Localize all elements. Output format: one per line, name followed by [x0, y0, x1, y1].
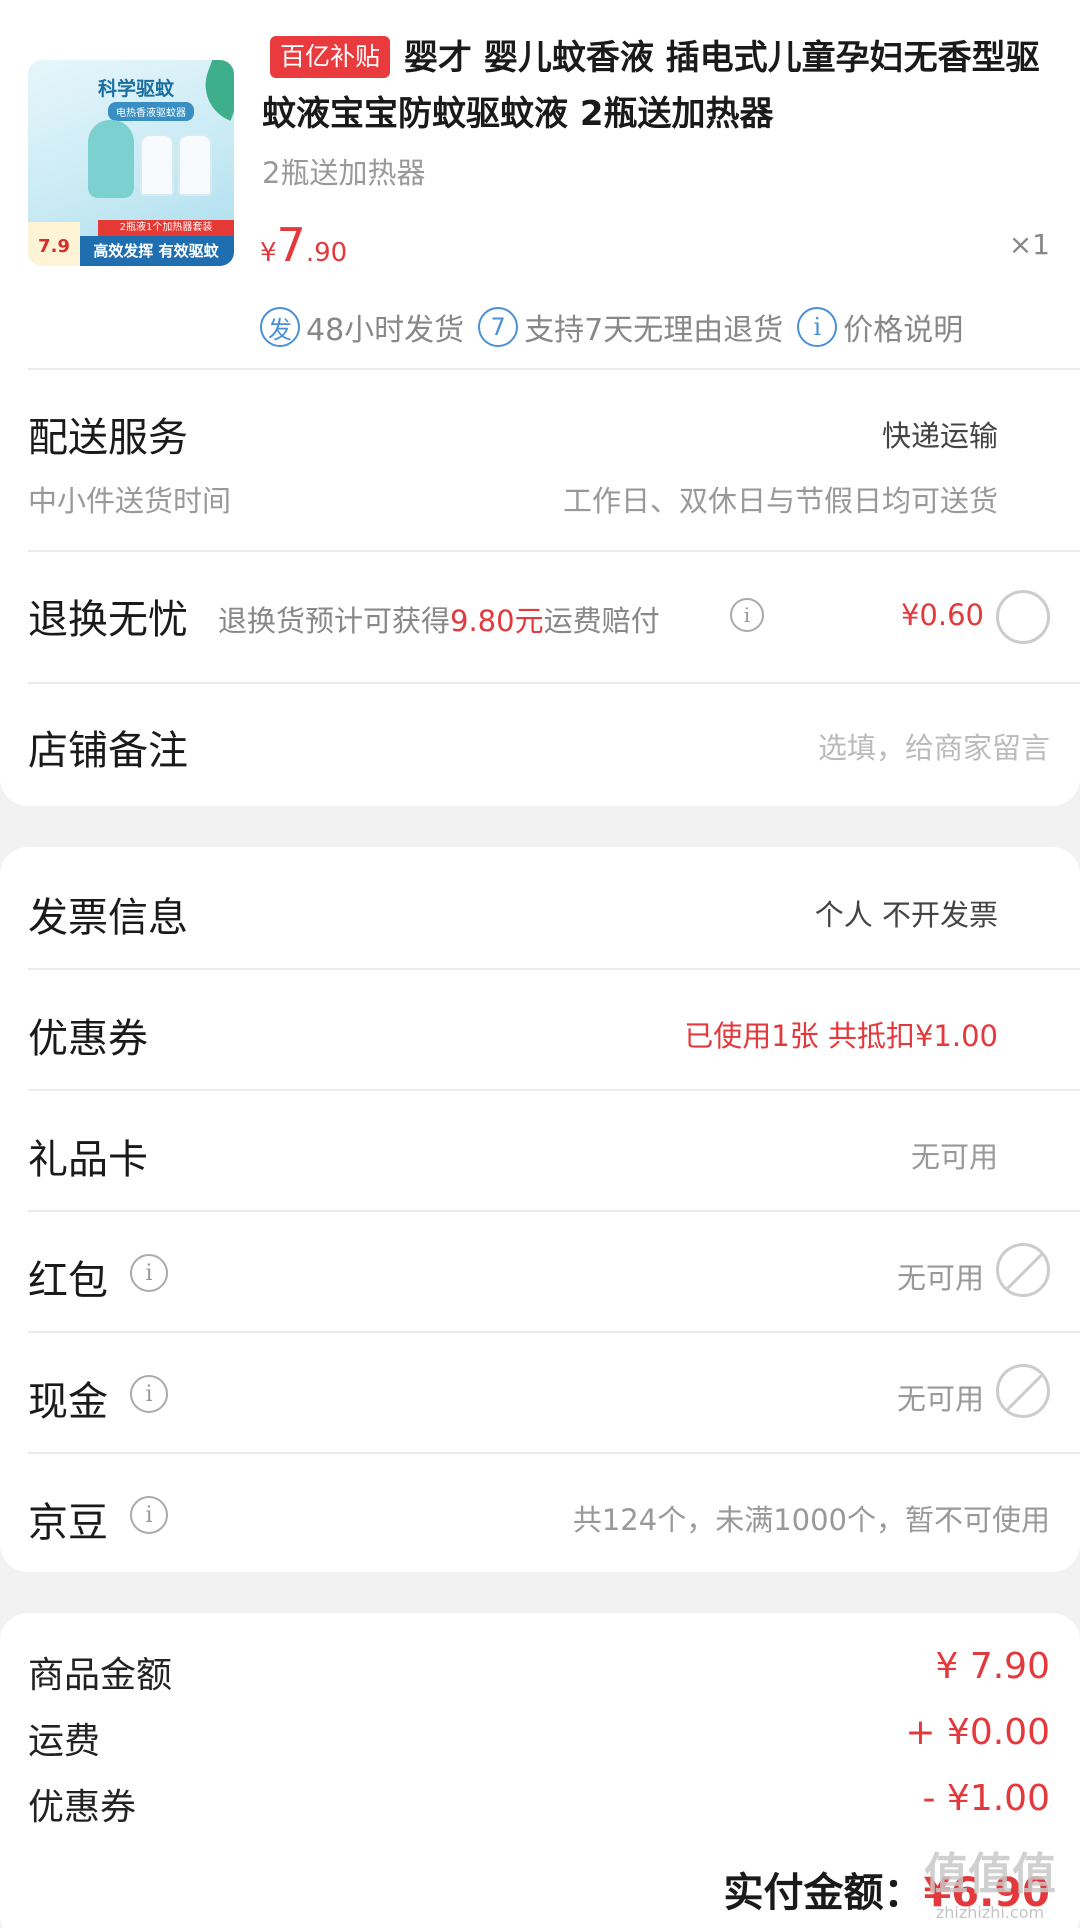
info-icon[interactable]: i: [130, 1375, 168, 1413]
return-desc-suffix: 运费赔付: [543, 604, 660, 638]
invoice-label: 发票信息: [28, 895, 188, 941]
jingdou-value: 共124个，未满1000个，暂不可使用: [572, 1503, 1050, 1537]
goods-amount-label: 商品金额: [28, 1655, 173, 1696]
coupon-discount-label: 优惠券: [28, 1787, 137, 1828]
giftcard-label: 礼品卡: [28, 1137, 148, 1183]
divider: [28, 1210, 1080, 1212]
divider: [28, 1331, 1080, 1333]
shop-note-label: 店铺备注: [28, 728, 188, 774]
seven-day-icon: 7: [478, 307, 519, 347]
service-fast-ship: 发 48小时发货: [260, 305, 464, 349]
info-icon[interactable]: i: [130, 1496, 168, 1534]
watermark-logo: 值值值 zhizhizhi.com: [920, 1846, 1060, 1928]
product-price: ¥7.90: [260, 218, 347, 272]
product-image-red-band: 2瓶液1个加热器套装: [98, 220, 234, 236]
coupon-label: 优惠券: [28, 1016, 148, 1062]
disabled-icon: [996, 1243, 1050, 1297]
watermark-text: 值值值: [924, 1849, 1056, 1900]
price-integer: 7: [276, 218, 306, 272]
cash-value: 无可用: [896, 1382, 984, 1416]
product-image-price: 7.9: [28, 222, 80, 266]
delivery-time-label: 中小件送货时间: [28, 484, 232, 518]
divider: [28, 682, 1080, 684]
red-packet-label: 红包: [28, 1258, 108, 1304]
coupon-value[interactable]: 已使用1张 共抵扣¥1.00: [684, 1013, 998, 1055]
return-insurance-price: ¥0.60: [900, 598, 984, 632]
return-desc-amount: 9.80元: [450, 604, 544, 638]
coupon-discount-value: - ¥1.00: [922, 1778, 1051, 1819]
cash-label: 现金: [28, 1379, 108, 1425]
divider: [28, 550, 1080, 552]
service-price-info[interactable]: i 价格说明: [797, 305, 963, 349]
delivery-value[interactable]: 快递运输: [882, 413, 998, 455]
divider: [28, 1089, 1080, 1091]
heater-device-icon: [88, 120, 134, 198]
divider: [28, 1452, 1080, 1454]
giftcard-value[interactable]: 无可用: [911, 1134, 998, 1176]
service-label: 48小时发货: [306, 313, 465, 348]
product-image-blue-band: 高效发挥 有效驱蚊: [78, 236, 234, 266]
product-image[interactable]: 科学驱蚊 电热香液驱蚊器 2瓶液1个加热器套装 高效发挥 有效驱蚊 7.9: [28, 60, 234, 266]
invoice-value[interactable]: 个人 不开发票: [815, 892, 998, 934]
goods-amount-value: ¥ 7.90: [935, 1646, 1050, 1687]
product-image-subtitle: 电热香液驱蚊器: [108, 102, 194, 121]
info-icon[interactable]: i: [130, 1254, 168, 1292]
price-decimal: .90: [305, 238, 348, 268]
service-7day-return: 7 支持7天无理由退货: [478, 305, 783, 349]
info-icon[interactable]: i: [730, 598, 764, 632]
watermark-url: zhizhizhi.com: [935, 1903, 1045, 1922]
delivery-label: 配送服务: [28, 415, 188, 461]
product-spec: 2瓶送加热器: [262, 156, 426, 190]
return-insurance-label: 退换无忧: [28, 597, 188, 643]
leaf-decoration: [194, 60, 234, 121]
service-label: 价格说明: [843, 313, 964, 348]
service-tags: 发 48小时发货 7 支持7天无理由退货 i 价格说明: [260, 305, 977, 349]
freight-label: 运费: [28, 1721, 101, 1762]
liquid-bottle-icon: [178, 134, 212, 196]
divider: [28, 968, 1080, 970]
product-quantity: ×1: [1008, 228, 1050, 261]
shop-note-input[interactable]: 选填，给商家留言: [818, 725, 1050, 767]
divider: [28, 368, 1080, 370]
subsidy-badge: 百亿补贴: [270, 36, 391, 78]
red-packet-value: 无可用: [896, 1261, 984, 1295]
ship-icon: 发: [260, 307, 300, 347]
delivery-time-value: 工作日、双休日与节假日均可送货: [562, 484, 998, 518]
return-desc-prefix: 退换货预计可获得: [218, 604, 451, 638]
liquid-bottle-icon: [140, 134, 174, 196]
return-insurance-desc: 退换货预计可获得9.80元运费赔付: [218, 598, 660, 640]
info-icon: i: [797, 307, 838, 347]
product-image-title: 科学驱蚊: [98, 78, 175, 100]
disabled-icon: [996, 1364, 1050, 1418]
jingdou-label: 京豆: [28, 1500, 108, 1546]
service-label: 支持7天无理由退货: [524, 313, 784, 348]
total-payment-label: 实付金额：: [723, 1870, 924, 1916]
price-currency: ¥: [260, 238, 277, 268]
freight-value: + ¥0.00: [905, 1712, 1050, 1753]
return-insurance-radio[interactable]: [996, 590, 1050, 644]
